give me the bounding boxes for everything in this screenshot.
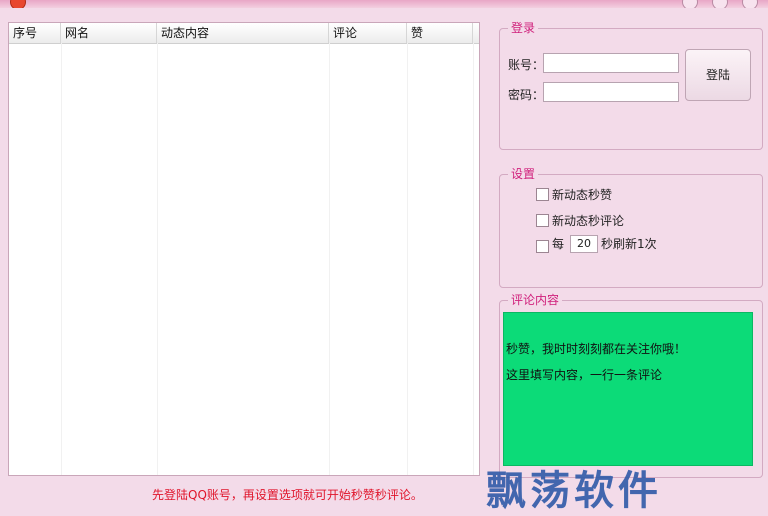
column-header-nickname[interactable]: 网名 — [61, 23, 157, 43]
login-group-title: 登录 — [508, 21, 539, 35]
status-text: 先登陆QQ账号，再设置选项就可开始秒赞秒评论。 — [152, 488, 423, 502]
title-bar — [0, 0, 768, 8]
maximize-icon[interactable] — [712, 0, 728, 8]
password-label: 密码： — [508, 88, 545, 102]
close-icon[interactable] — [742, 0, 758, 8]
column-divider — [61, 43, 62, 475]
column-header-comment[interactable]: 评论 — [329, 23, 407, 43]
column-header-like[interactable]: 赞 — [407, 23, 473, 43]
auto-refresh-checkbox[interactable] — [536, 240, 549, 253]
account-field[interactable] — [543, 53, 679, 73]
column-divider — [329, 43, 330, 475]
auto-like-label: 新动态秒赞 — [552, 188, 613, 202]
settings-group-title: 设置 — [508, 167, 539, 181]
comment-group-title: 评论内容 — [508, 293, 563, 307]
refresh-prefix-label: 每 — [552, 237, 565, 251]
feed-list[interactable]: 序号 网名 动态内容 评论 赞 — [8, 22, 480, 476]
column-divider — [407, 43, 408, 475]
watermark-logo: 飘荡软件 — [486, 467, 662, 514]
auto-comment-checkbox[interactable] — [536, 214, 549, 227]
login-button[interactable]: 登陆 — [685, 49, 751, 101]
account-label: 账号： — [508, 58, 545, 72]
comment-line: 秒赞，我时时刻刻都在关注你哦！ — [506, 342, 687, 356]
refresh-suffix-label: 秒刷新1次 — [601, 237, 657, 251]
column-divider — [473, 43, 474, 475]
refresh-interval-input[interactable]: 20 — [570, 235, 598, 253]
column-header-index[interactable]: 序号 — [9, 23, 61, 43]
column-divider — [157, 43, 158, 475]
minimize-icon[interactable] — [682, 0, 698, 8]
comment-line: 这里填写内容，一行一条评论 — [506, 368, 663, 382]
comment-textarea[interactable]: 秒赞，我时时刻刻都在关注你哦！ 这里填写内容，一行一条评论 — [503, 312, 753, 466]
list-header: 序号 网名 动态内容 评论 赞 — [9, 23, 479, 44]
auto-like-checkbox[interactable] — [536, 188, 549, 201]
column-header-content[interactable]: 动态内容 — [157, 23, 329, 43]
app-icon — [10, 0, 26, 8]
auto-comment-label: 新动态秒评论 — [552, 214, 625, 228]
password-field[interactable] — [543, 82, 679, 102]
